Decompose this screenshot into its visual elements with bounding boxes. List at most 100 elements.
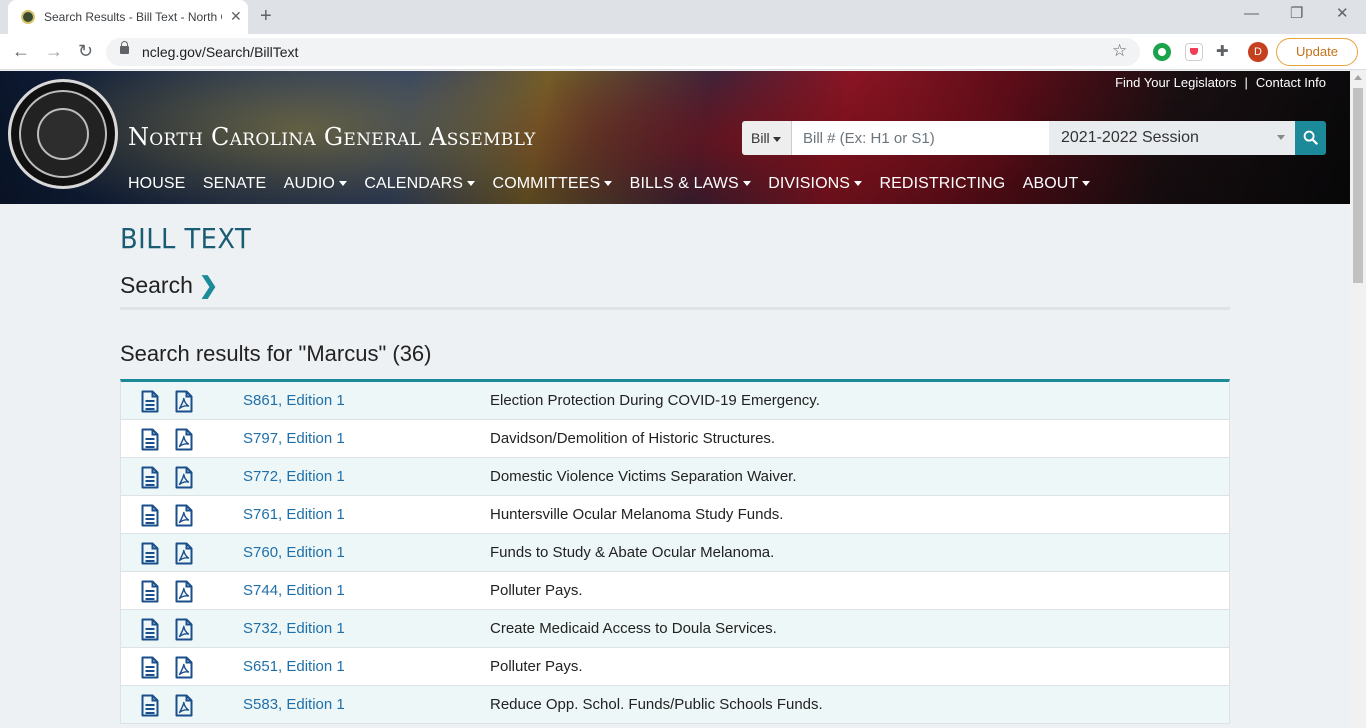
scroll-up-icon[interactable] (1354, 75, 1362, 80)
pocket-extension-icon[interactable] (1185, 43, 1203, 61)
table-row: S651, Edition 1 Polluter Pays. (121, 648, 1229, 686)
pdf-document-icon[interactable] (175, 580, 193, 603)
html-document-icon[interactable] (141, 580, 159, 603)
nav-bills-laws[interactable]: BILLS & LAWS (630, 175, 751, 193)
new-tab-icon[interactable]: + (260, 5, 272, 27)
bill-link[interactable]: S861, Edition 1 (243, 392, 345, 409)
bill-description: Election Protection During COVID-19 Emer… (490, 392, 820, 409)
page-scrollbar[interactable] (1350, 71, 1366, 728)
back-icon[interactable]: ← (12, 41, 30, 61)
update-button[interactable]: Update (1276, 38, 1358, 66)
site-header: North Carolina General Assembly Find You… (0, 71, 1350, 204)
pdf-document-icon[interactable] (175, 466, 193, 489)
nav-committees[interactable]: COMMITTEES (493, 175, 613, 193)
caret-down-icon (467, 181, 476, 187)
pdf-document-icon[interactable] (175, 428, 193, 451)
bookmark-star-icon[interactable]: ☆ (1112, 41, 1127, 61)
browser-tab[interactable]: Search Results - Bill Text - North Carol… (8, 0, 248, 34)
bill-description: Davidson/Demolition of Historic Structur… (490, 430, 776, 447)
pdf-document-icon[interactable] (175, 542, 193, 565)
bill-description: Domestic Violence Victims Separation Wai… (490, 468, 797, 485)
bill-link[interactable]: S651, Edition 1 (243, 658, 345, 675)
caret-down-icon (854, 181, 863, 187)
bill-link[interactable]: S744, Edition 1 (243, 582, 345, 599)
bill-number-input[interactable] (792, 121, 1049, 155)
scrollbar-thumb[interactable] (1353, 88, 1363, 283)
lock-icon (120, 41, 129, 54)
bill-link[interactable]: S732, Edition 1 (243, 620, 345, 637)
nav-divisions[interactable]: DIVISIONS (768, 175, 863, 193)
results-heading: Search results for "Marcus" (36) (120, 341, 432, 366)
main-nav: HOUSE SENATE AUDIO CALENDARS COMMITTEES … (128, 175, 1103, 197)
nav-house[interactable]: HOUSE (128, 175, 185, 193)
close-window-icon[interactable]: ✕ (1336, 4, 1349, 24)
caret-down-icon (338, 181, 347, 187)
bill-description: Huntersville Ocular Melanoma Study Funds… (490, 506, 784, 523)
restore-icon[interactable]: ❐ (1290, 4, 1303, 24)
bill-link[interactable]: S760, Edition 1 (243, 544, 345, 561)
nav-calendars[interactable]: CALENDARS (364, 175, 476, 193)
reload-icon[interactable]: ↻ (78, 41, 93, 61)
nav-redistricting[interactable]: REDISTRICTING (880, 175, 1006, 193)
html-document-icon[interactable] (141, 694, 159, 717)
html-document-icon[interactable] (141, 428, 159, 451)
html-document-icon[interactable] (141, 542, 159, 565)
table-row: S732, Edition 1 Create Medicaid Access to… (121, 610, 1229, 648)
chevron-right-icon: ❯ (198, 272, 219, 298)
caret-down-icon (604, 181, 613, 187)
bill-link[interactable]: S772, Edition 1 (243, 468, 345, 485)
page-title: BILL TEXT (120, 222, 252, 255)
table-row: S761, Edition 1 Huntersville Ocular Melan… (121, 496, 1229, 534)
bill-link[interactable]: S797, Edition 1 (243, 430, 345, 447)
bill-description: Funds to Study & Abate Ocular Melanoma. (490, 544, 775, 561)
find-your-legislators-link[interactable]: Find Your Legislators (1115, 75, 1236, 90)
extensions-puzzle-icon[interactable]: ✚ (1216, 42, 1229, 60)
pdf-document-icon[interactable] (175, 656, 193, 679)
table-row: S861, Edition 1 Election Protection Durin… (121, 382, 1229, 420)
nav-about[interactable]: ABOUT (1023, 175, 1091, 193)
bill-description: Polluter Pays. (490, 582, 583, 599)
table-row: S744, Edition 1 Polluter Pays. (121, 572, 1229, 610)
html-document-icon[interactable] (141, 390, 159, 413)
bill-description: Create Medicaid Access to Doula Services… (490, 620, 777, 637)
table-row: S797, Edition 1 Davidson/Demolition of Hi… (121, 420, 1229, 458)
pdf-document-icon[interactable] (175, 694, 193, 717)
caret-down-icon (742, 181, 751, 187)
pdf-document-icon[interactable] (175, 504, 193, 527)
browser-tab-bar: Search Results - Bill Text - North Carol… (0, 0, 1366, 34)
table-row: S760, Edition 1 Funds to Study & Abate Oc… (121, 534, 1229, 572)
search-icon (1303, 130, 1318, 145)
site-favicon-icon (21, 10, 35, 24)
results-table: S861, Edition 1 Election Protection Durin… (120, 379, 1230, 724)
site-title[interactable]: North Carolina General Assembly (128, 123, 536, 151)
minimize-icon[interactable]: — (1244, 4, 1259, 24)
bill-link[interactable]: S583, Edition 1 (243, 696, 345, 713)
table-row: S583, Edition 1 Reduce Opp. Schol. Funds/… (121, 686, 1229, 724)
close-tab-icon[interactable]: ✕ (230, 8, 242, 24)
extension-green-icon[interactable] (1153, 43, 1171, 61)
divider (120, 307, 1230, 310)
top-links: Find Your Legislators | Contact Info (1115, 75, 1326, 90)
bill-link[interactable]: S761, Edition 1 (243, 506, 345, 523)
profile-avatar[interactable]: D (1248, 42, 1268, 62)
pdf-document-icon[interactable] (175, 618, 193, 641)
bill-type-dropdown[interactable]: Bill (742, 121, 792, 155)
pdf-document-icon[interactable] (175, 390, 193, 413)
search-button[interactable] (1295, 121, 1326, 155)
html-document-icon[interactable] (141, 656, 159, 679)
session-select[interactable]: 2021-2022 Session (1049, 121, 1295, 155)
state-seal-logo[interactable] (8, 79, 118, 189)
html-document-icon[interactable] (141, 504, 159, 527)
table-row: S772, Edition 1 Domestic Violence Victims… (121, 458, 1229, 496)
forward-icon[interactable]: → (45, 41, 63, 61)
caret-down-icon (1277, 135, 1285, 140)
tab-title: Search Results - Bill Text - North Carol… (44, 10, 222, 24)
search-toggle[interactable]: Search ❯ (120, 272, 218, 299)
address-bar[interactable]: ncleg.gov/Search/BillText ☆ (106, 38, 1140, 66)
nav-senate[interactable]: SENATE (203, 175, 266, 193)
html-document-icon[interactable] (141, 618, 159, 641)
html-document-icon[interactable] (141, 466, 159, 489)
nav-audio[interactable]: AUDIO (284, 175, 347, 193)
contact-info-link[interactable]: Contact Info (1256, 75, 1326, 90)
url-text[interactable]: ncleg.gov/Search/BillText (142, 44, 298, 60)
